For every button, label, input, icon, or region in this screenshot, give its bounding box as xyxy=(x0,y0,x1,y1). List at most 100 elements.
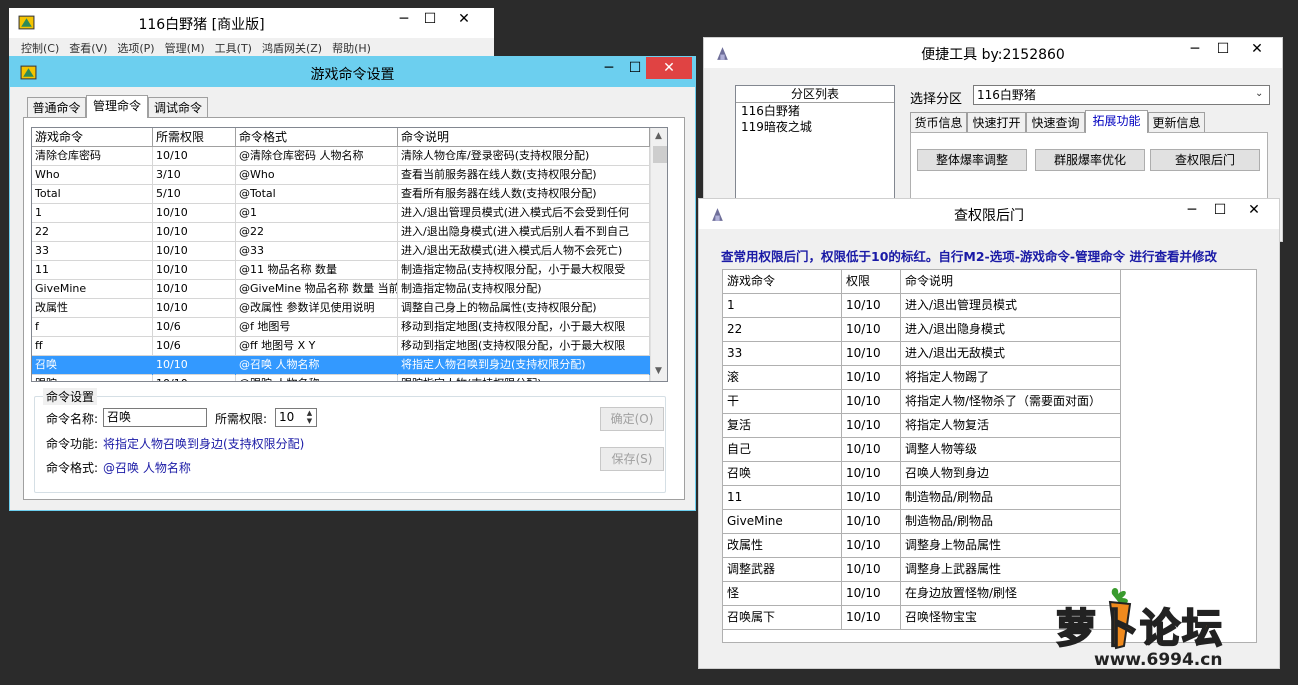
check-backdoor-button[interactable]: 查权限后门 xyxy=(1150,149,1260,171)
partition-select[interactable]: 116白野猪 xyxy=(973,85,1270,105)
spinner-arrows[interactable]: ▲ ▼ xyxy=(303,409,316,426)
scroll-down-arrow[interactable]: ▼ xyxy=(655,366,662,376)
privilege-row[interactable]: 调整武器 10/10 调整身上武器属性 xyxy=(723,558,1121,582)
ok-button[interactable]: 确定(O) xyxy=(600,407,664,431)
close-button[interactable]: ✕ xyxy=(441,8,487,30)
menu-view[interactable]: 查看(V) xyxy=(69,40,107,56)
table-cell: 进入/退出管理员模式(进入模式后不会受到任何 xyxy=(398,204,650,223)
menu-help[interactable]: 帮助(H) xyxy=(332,40,371,56)
tool-window-titlebar[interactable]: 便捷工具 by:2152860 ─ ☐ ✕ xyxy=(704,38,1282,68)
tab-debug-commands[interactable]: 调试命令 xyxy=(148,97,208,118)
table-cell: 10/6 xyxy=(153,337,236,356)
partition-list-item[interactable]: 116白野猪 xyxy=(736,103,894,119)
close-button[interactable]: ✕ xyxy=(1231,199,1277,221)
privilege-row[interactable]: 复活 10/10 将指定人物复活 xyxy=(723,414,1121,438)
table-cell: 进入/退出隐身模式 xyxy=(901,318,1121,342)
overall-droprate-button[interactable]: 整体爆率调整 xyxy=(917,149,1027,171)
table-row[interactable]: Total 5/10 @Total 查看所有服务器在线人数(支持权限分配) xyxy=(32,185,650,204)
table-cell: @1 xyxy=(236,204,398,223)
table-cell: 进入/退出无敌模式 xyxy=(901,342,1121,366)
table-cell: 调整人物等级 xyxy=(901,438,1121,462)
table-cell: 怪 xyxy=(723,582,842,606)
tab-update-info[interactable]: 更新信息 xyxy=(1148,112,1205,133)
privilege-dialog-titlebar[interactable]: 查权限后门 ─ ☐ ✕ xyxy=(699,199,1279,229)
privilege-row[interactable]: 22 10/10 进入/退出隐身模式 xyxy=(723,318,1121,342)
privilege-row[interactable]: 11 10/10 制造物品/刷物品 xyxy=(723,486,1121,510)
table-cell: 10/10 xyxy=(842,390,901,414)
table-cell: GiveMine xyxy=(723,510,842,534)
privilege-row[interactable]: GiveMine 10/10 制造物品/刷物品 xyxy=(723,510,1121,534)
table-cell: 清除人物仓库/登录密码(支持权限分配) xyxy=(398,147,650,166)
command-settings-title: 命令设置 xyxy=(43,388,98,405)
table-row[interactable]: 改属性 10/10 @改属性 参数详见使用说明 调整自己身上的物品属性(支持权限分配) xyxy=(32,299,650,318)
tab-currency-info[interactable]: 货币信息 xyxy=(910,112,967,133)
command-name-input[interactable]: 召唤 xyxy=(103,408,207,427)
privilege-header: 游戏命令 权限 命令说明 xyxy=(723,270,1121,294)
tab-normal-commands[interactable]: 普通命令 xyxy=(27,97,86,118)
tab-quick-query[interactable]: 快速查询 xyxy=(1026,112,1085,133)
select-partition-label: 选择分区 xyxy=(910,92,963,107)
close-button[interactable]: ✕ xyxy=(646,57,692,79)
privilege-row[interactable]: 1 10/10 进入/退出管理员模式 xyxy=(723,294,1121,318)
menu-tools[interactable]: 工具(T) xyxy=(215,40,252,56)
table-cell: 调整武器 xyxy=(723,558,842,582)
table-cell: @ff 地图号 X Y xyxy=(236,337,398,356)
table-cell: ff xyxy=(32,337,153,356)
table-cell: Total xyxy=(32,185,153,204)
close-button[interactable]: ✕ xyxy=(1234,38,1280,60)
table-cell: 召唤 xyxy=(723,462,842,486)
menu-control[interactable]: 控制(C) xyxy=(21,40,59,56)
save-button[interactable]: 保存(S) xyxy=(600,447,664,471)
menu-manage[interactable]: 管理(M) xyxy=(165,40,205,56)
privilege-row[interactable]: 滚 10/10 将指定人物踢了 xyxy=(723,366,1121,390)
table-cell: 移动到指定地图(支持权限分配，小于最大权限 xyxy=(398,318,650,337)
tab-extensions[interactable]: 拓展功能 xyxy=(1085,110,1148,133)
table-row[interactable]: 跟踪10/10@跟踪 人物名称跟踪指定人物(支持权限分配) xyxy=(32,375,650,381)
table-cell: 10/10 xyxy=(153,375,236,381)
command-name-label: 命令名称: xyxy=(46,412,99,426)
privilege-row[interactable]: 干 10/10 将指定人物/怪物杀了（需要面对面） xyxy=(723,390,1121,414)
privilege-row[interactable]: 自己 10/10 调整人物等级 xyxy=(723,438,1121,462)
table-cell: 干 xyxy=(723,390,842,414)
chevron-down-icon[interactable]: ⌄ xyxy=(1255,88,1263,99)
scroll-thumb[interactable] xyxy=(653,146,667,163)
scroll-up-arrow[interactable]: ▲ xyxy=(655,131,662,141)
table-row[interactable]: 11 10/10 @11 物品名称 数量 制造指定物品(支持权限分配，小于最大权限受 xyxy=(32,261,650,280)
table-cell: GiveMine xyxy=(32,280,153,299)
table-cell: f xyxy=(32,318,153,337)
partition-list-item[interactable]: 119暗夜之城 xyxy=(736,119,894,135)
table-row[interactable]: 33 10/10 @33 进入/退出无敌模式(进入模式后人物不会死亡) xyxy=(32,242,650,261)
table-row[interactable]: f 10/6 @f 地图号 移动到指定地图(支持权限分配，小于最大权限 xyxy=(32,318,650,337)
table-row[interactable]: 22 10/10 @22 进入/退出隐身模式(进入模式后别人看不到自己 xyxy=(32,223,650,242)
table-cell: 将指定人物复活 xyxy=(901,414,1121,438)
tab-admin-commands[interactable]: 管理命令 xyxy=(86,95,148,118)
tab-quick-open[interactable]: 快速打开 xyxy=(967,112,1026,133)
privilege-row[interactable]: 33 10/10 进入/退出无敌模式 xyxy=(723,342,1121,366)
privilege-row[interactable]: 改属性 10/10 调整身上物品属性 xyxy=(723,534,1121,558)
menu-options[interactable]: 选项(P) xyxy=(117,40,154,56)
table-row[interactable]: Who 3/10 @Who 查看当前服务器在线人数(支持权限分配) xyxy=(32,166,650,185)
table-row[interactable]: ff 10/6 @ff 地图号 X Y 移动到指定地图(支持权限分配，小于最大权限 xyxy=(32,337,650,356)
main-window-titlebar[interactable]: 116白野猪 [商业版] ─ ☐ ✕ xyxy=(9,8,494,38)
table-cell: 调整身上物品属性 xyxy=(901,534,1121,558)
table-cell: 进入/退出隐身模式(进入模式后别人看不到自己 xyxy=(398,223,650,242)
table-cell: 将指定人物/怪物杀了（需要面对面） xyxy=(901,390,1121,414)
table-row[interactable]: 1 10/10 @1 进入/退出管理员模式(进入模式后不会受到任何 xyxy=(32,204,650,223)
table-cell: 10/10 xyxy=(153,223,236,242)
table-cell: 查看当前服务器在线人数(支持权限分配) xyxy=(398,166,650,185)
table-cell: 10/10 xyxy=(842,606,901,630)
menu-gateway[interactable]: 鸿盾网关(Z) xyxy=(262,40,322,56)
table-cell: @f 地图号 xyxy=(236,318,398,337)
table-cell: 召唤 xyxy=(32,356,153,375)
table-row[interactable]: 清除仓库密码 10/10 @清除仓库密码 人物名称 清除人物仓库/登录密码(支持权限分… xyxy=(32,147,650,166)
game-dialog-titlebar[interactable]: 游戏命令设置 ─ ☐ ✕ xyxy=(10,57,695,87)
group-droprate-button[interactable]: 群服爆率优化 xyxy=(1035,149,1145,171)
vertical-scrollbar[interactable]: ▲ ▼ xyxy=(650,128,667,381)
table-row[interactable]: 召唤 10/10 @召唤 人物名称 将指定人物召唤到身边(支持权限分配) xyxy=(32,356,650,375)
table-cell: 将指定人物召唤到身边(支持权限分配) xyxy=(398,356,650,375)
table-cell: 调整身上武器属性 xyxy=(901,558,1121,582)
table-cell: 10/10 xyxy=(153,280,236,299)
table-row[interactable]: GiveMine 10/10 @GiveMine 物品名称 数量 当前 制造指定物品(… xyxy=(32,280,650,299)
column-header: 所需权限 xyxy=(153,128,236,147)
privilege-row[interactable]: 召唤 10/10 召唤人物到身边 xyxy=(723,462,1121,486)
